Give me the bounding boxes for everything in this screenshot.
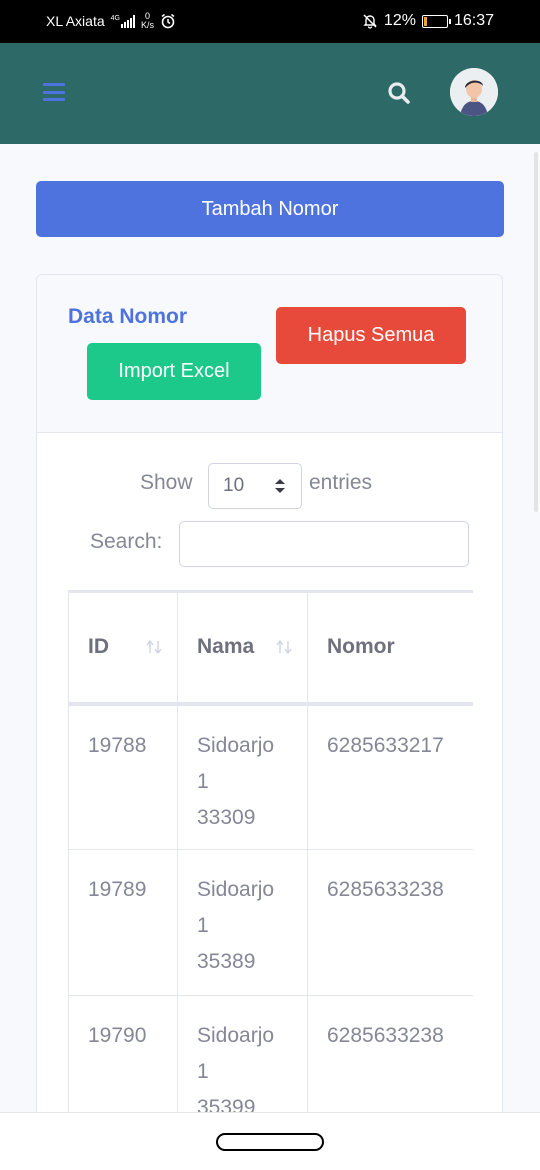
column-header-nama[interactable]: Nama <box>177 590 308 706</box>
cell-nomor: 6285633238 <box>307 849 473 996</box>
cell-id: 19789 <box>68 849 178 996</box>
carrier-name: XL Axiata <box>46 13 105 29</box>
net-speed: 0 K/s <box>140 11 154 30</box>
table-row: 19788 Sidoarjo 1 33309 6285633217 <box>68 703 473 850</box>
card-title: Data Nomor <box>68 305 188 328</box>
cell-nama: Sidoarjo 1 33309 <box>177 703 308 850</box>
import-excel-button[interactable]: Import Excel <box>87 343 261 400</box>
cell-nama: Sidoarjo 1 35389 <box>177 849 308 996</box>
signal-icon: 4G <box>110 14 135 28</box>
data-table: ID Nama Nomor 19788 Sidoarjo 1 33309 628… <box>68 590 473 1142</box>
system-navigation-bar <box>0 1112 540 1170</box>
data-table-wrapper: ID Nama Nomor 19788 Sidoarjo 1 33309 628… <box>68 590 473 1170</box>
select-arrows-icon <box>275 479 285 493</box>
alarm-icon <box>161 13 175 29</box>
network-type: 4G <box>110 14 120 22</box>
column-header-id[interactable]: ID <box>68 590 178 706</box>
clock: 16:37 <box>453 12 494 29</box>
cell-nomor: 6285633217 <box>307 703 473 850</box>
avatar[interactable] <box>450 68 498 116</box>
search-icon[interactable] <box>386 80 412 106</box>
battery-percent: 12% <box>383 12 416 29</box>
search-label: Search: <box>90 530 163 553</box>
data-card: Data Nomor Hapus Semua Import Excel Show… <box>36 274 503 1170</box>
entries-label: entries <box>309 471 373 494</box>
add-number-button[interactable]: Tambah Nomor <box>36 181 504 237</box>
mute-bell-icon <box>363 14 377 29</box>
sort-icon <box>276 639 292 655</box>
page-length-select[interactable]: 10 <box>208 463 302 509</box>
cell-id: 19788 <box>68 703 178 850</box>
card-header: Data Nomor Hapus Semua Import Excel <box>37 275 502 433</box>
delete-all-button[interactable]: Hapus Semua <box>276 307 466 364</box>
table-header-row: ID Nama Nomor <box>68 590 473 706</box>
scrollbar[interactable] <box>534 152 538 512</box>
top-navbar <box>0 43 540 144</box>
column-header-nomor[interactable]: Nomor <box>307 590 473 706</box>
page-length-value: 10 <box>223 475 245 496</box>
home-gesture-pill[interactable] <box>216 1133 324 1151</box>
status-bar: XL Axiata 4G 0 K/s 12% 16:37 <box>0 0 540 43</box>
table-search-input[interactable] <box>179 521 469 567</box>
battery-icon <box>421 14 451 28</box>
table-row: 19789 Sidoarjo 1 35389 6285633238 <box>68 849 473 996</box>
show-label: Show <box>140 471 193 494</box>
sort-icon <box>146 639 162 655</box>
menu-icon[interactable] <box>43 83 65 101</box>
